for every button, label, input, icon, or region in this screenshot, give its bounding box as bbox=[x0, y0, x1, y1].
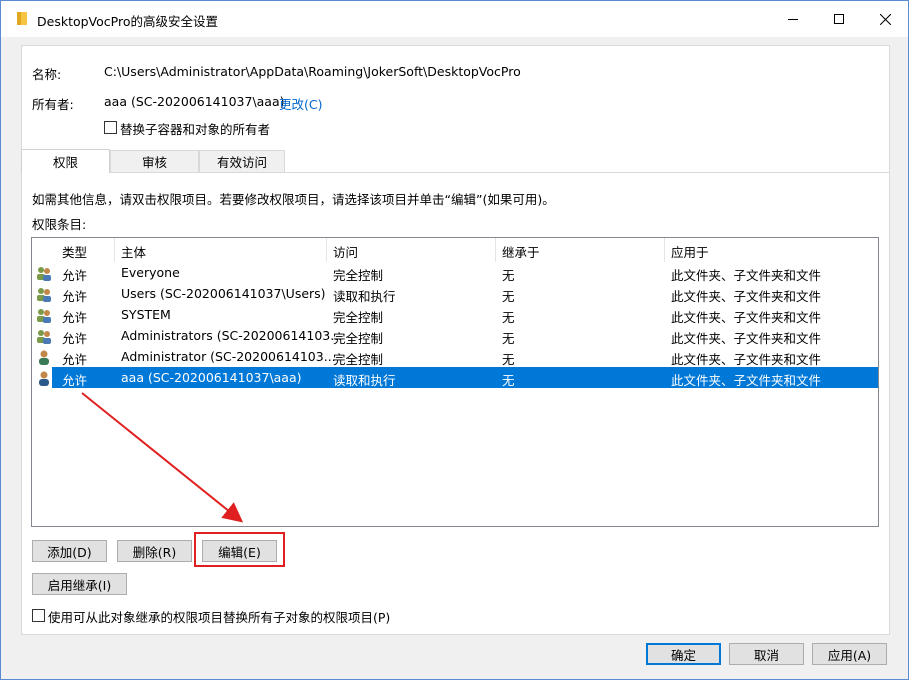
row-access: 完全控制 bbox=[333, 310, 384, 325]
row-type: 允许 bbox=[62, 352, 88, 367]
user-icon bbox=[39, 371, 49, 386]
name-value: C:\Users\Administrator\AppData\Roaming\J… bbox=[104, 64, 521, 79]
row-type: 允许 bbox=[62, 310, 88, 325]
table-row[interactable]: 允许 Everyone 完全控制 无 此文件夹、子文件夹和文件 bbox=[32, 262, 878, 283]
row-access: 完全控制 bbox=[333, 268, 384, 283]
row-type: 允许 bbox=[62, 268, 88, 283]
cancel-button[interactable]: 取消 bbox=[729, 643, 804, 665]
row-applies-to: 此文件夹、子文件夹和文件 bbox=[671, 352, 822, 367]
column-separator[interactable] bbox=[114, 238, 115, 262]
row-inherited: 无 bbox=[502, 373, 515, 388]
row-inherited: 无 bbox=[502, 331, 515, 346]
replace-owner-checkbox[interactable] bbox=[104, 121, 117, 134]
column-separator[interactable] bbox=[495, 238, 496, 262]
row-applies-to: 此文件夹、子文件夹和文件 bbox=[671, 331, 822, 346]
add-button[interactable]: 添加(D) bbox=[32, 540, 107, 562]
row-principal: Everyone bbox=[121, 265, 180, 280]
table-row[interactable]: 允许 Administrator (SC-20200614103... 完全控制… bbox=[32, 346, 878, 367]
row-applies-to: 此文件夹、子文件夹和文件 bbox=[671, 310, 822, 325]
row-access: 读取和执行 bbox=[333, 373, 396, 388]
column-header-type[interactable]: 类型 bbox=[62, 242, 87, 261]
maximize-button[interactable] bbox=[816, 1, 862, 37]
row-principal: Users (SC-202006141037\Users) bbox=[121, 286, 326, 301]
name-label: 名称: bbox=[32, 67, 62, 82]
tab-auditing[interactable]: 审核 bbox=[110, 150, 199, 172]
row-type: 允许 bbox=[62, 331, 88, 346]
apply-button[interactable]: 应用(A) bbox=[812, 643, 887, 665]
column-header-inherited[interactable]: 继承于 bbox=[502, 242, 540, 261]
row-access: 完全控制 bbox=[333, 331, 384, 346]
column-separator[interactable] bbox=[664, 238, 665, 262]
permission-entries-label: 权限条目: bbox=[32, 217, 87, 232]
owner-value: aaa (SC-202006141037\aaa) bbox=[104, 94, 285, 109]
user-icon bbox=[39, 350, 49, 365]
group-icon bbox=[37, 267, 51, 281]
annotation-highlight-box bbox=[194, 532, 285, 567]
row-inherited: 无 bbox=[502, 289, 515, 304]
window-title: DesktopVocPro的高级安全设置 bbox=[37, 14, 218, 29]
row-applies-to: 此文件夹、子文件夹和文件 bbox=[671, 268, 822, 283]
row-inherited: 无 bbox=[502, 268, 515, 283]
row-applies-to: 此文件夹、子文件夹和文件 bbox=[671, 289, 822, 304]
group-icon bbox=[37, 309, 51, 323]
column-header-applies-to[interactable]: 应用于 bbox=[671, 242, 709, 261]
advanced-security-window: DesktopVocPro的高级安全设置 名称: C:\Users\Admini… bbox=[0, 0, 909, 680]
row-inherited: 无 bbox=[502, 310, 515, 325]
row-principal: Administrator (SC-20200614103... bbox=[121, 349, 336, 364]
group-icon bbox=[37, 330, 51, 344]
permission-entries-list[interactable]: 类型 主体 访问 继承于 应用于 允许 Everyone 完全控制 无 此文件夹… bbox=[31, 237, 879, 527]
close-icon bbox=[879, 13, 891, 25]
replace-child-permissions-label: 使用可从此对象继承的权限项目替换所有子对象的权限项目(P) bbox=[48, 610, 391, 625]
tab-effective-access[interactable]: 有效访问 bbox=[199, 150, 285, 172]
ok-button[interactable]: 确定 bbox=[646, 643, 721, 665]
folder-icon bbox=[17, 12, 27, 25]
column-separator[interactable] bbox=[326, 238, 327, 262]
row-principal: Administrators (SC-20200614103... bbox=[121, 328, 343, 343]
row-access: 读取和执行 bbox=[333, 289, 396, 304]
column-header-access[interactable]: 访问 bbox=[333, 242, 358, 261]
maximize-icon bbox=[834, 14, 844, 24]
tab-divider bbox=[21, 172, 890, 173]
owner-label: 所有者: bbox=[32, 97, 74, 112]
change-owner-link[interactable]: 更改(C) bbox=[279, 94, 322, 113]
table-row[interactable]: 允许 Users (SC-202006141037\Users) 读取和执行 无… bbox=[32, 283, 878, 304]
enable-inheritance-button[interactable]: 启用继承(I) bbox=[32, 573, 127, 595]
replace-child-permissions-checkbox[interactable] bbox=[32, 609, 45, 622]
remove-button[interactable]: 删除(R) bbox=[117, 540, 192, 562]
replace-owner-label: 替换子容器和对象的所有者 bbox=[120, 122, 271, 137]
table-row[interactable]: 允许 Administrators (SC-20200614103... 完全控… bbox=[32, 325, 878, 346]
close-button[interactable] bbox=[862, 1, 908, 37]
column-header-principal[interactable]: 主体 bbox=[121, 242, 146, 261]
row-principal: SYSTEM bbox=[121, 307, 171, 322]
row-access: 完全控制 bbox=[333, 352, 384, 367]
tab-permissions[interactable]: 权限 bbox=[21, 149, 110, 173]
row-applies-to: 此文件夹、子文件夹和文件 bbox=[671, 373, 822, 388]
row-type: 允许 bbox=[62, 289, 88, 304]
table-row[interactable]: 允许 SYSTEM 完全控制 无 此文件夹、子文件夹和文件 bbox=[32, 304, 878, 325]
group-icon bbox=[37, 288, 51, 302]
row-type: 允许 bbox=[62, 373, 88, 388]
title-bar[interactable]: DesktopVocPro的高级安全设置 bbox=[1, 1, 908, 37]
permissions-hint: 如需其他信息，请双击权限项目。若要修改权限项目，请选择该项目并单击“编辑”(如果… bbox=[32, 192, 555, 207]
minimize-button[interactable] bbox=[770, 1, 816, 37]
minimize-icon bbox=[788, 18, 798, 20]
table-row-selected[interactable]: 允许 aaa (SC-202006141037\aaa) 读取和执行 无 此文件… bbox=[32, 367, 878, 388]
row-inherited: 无 bbox=[502, 352, 515, 367]
row-principal: aaa (SC-202006141037\aaa) bbox=[121, 370, 302, 385]
